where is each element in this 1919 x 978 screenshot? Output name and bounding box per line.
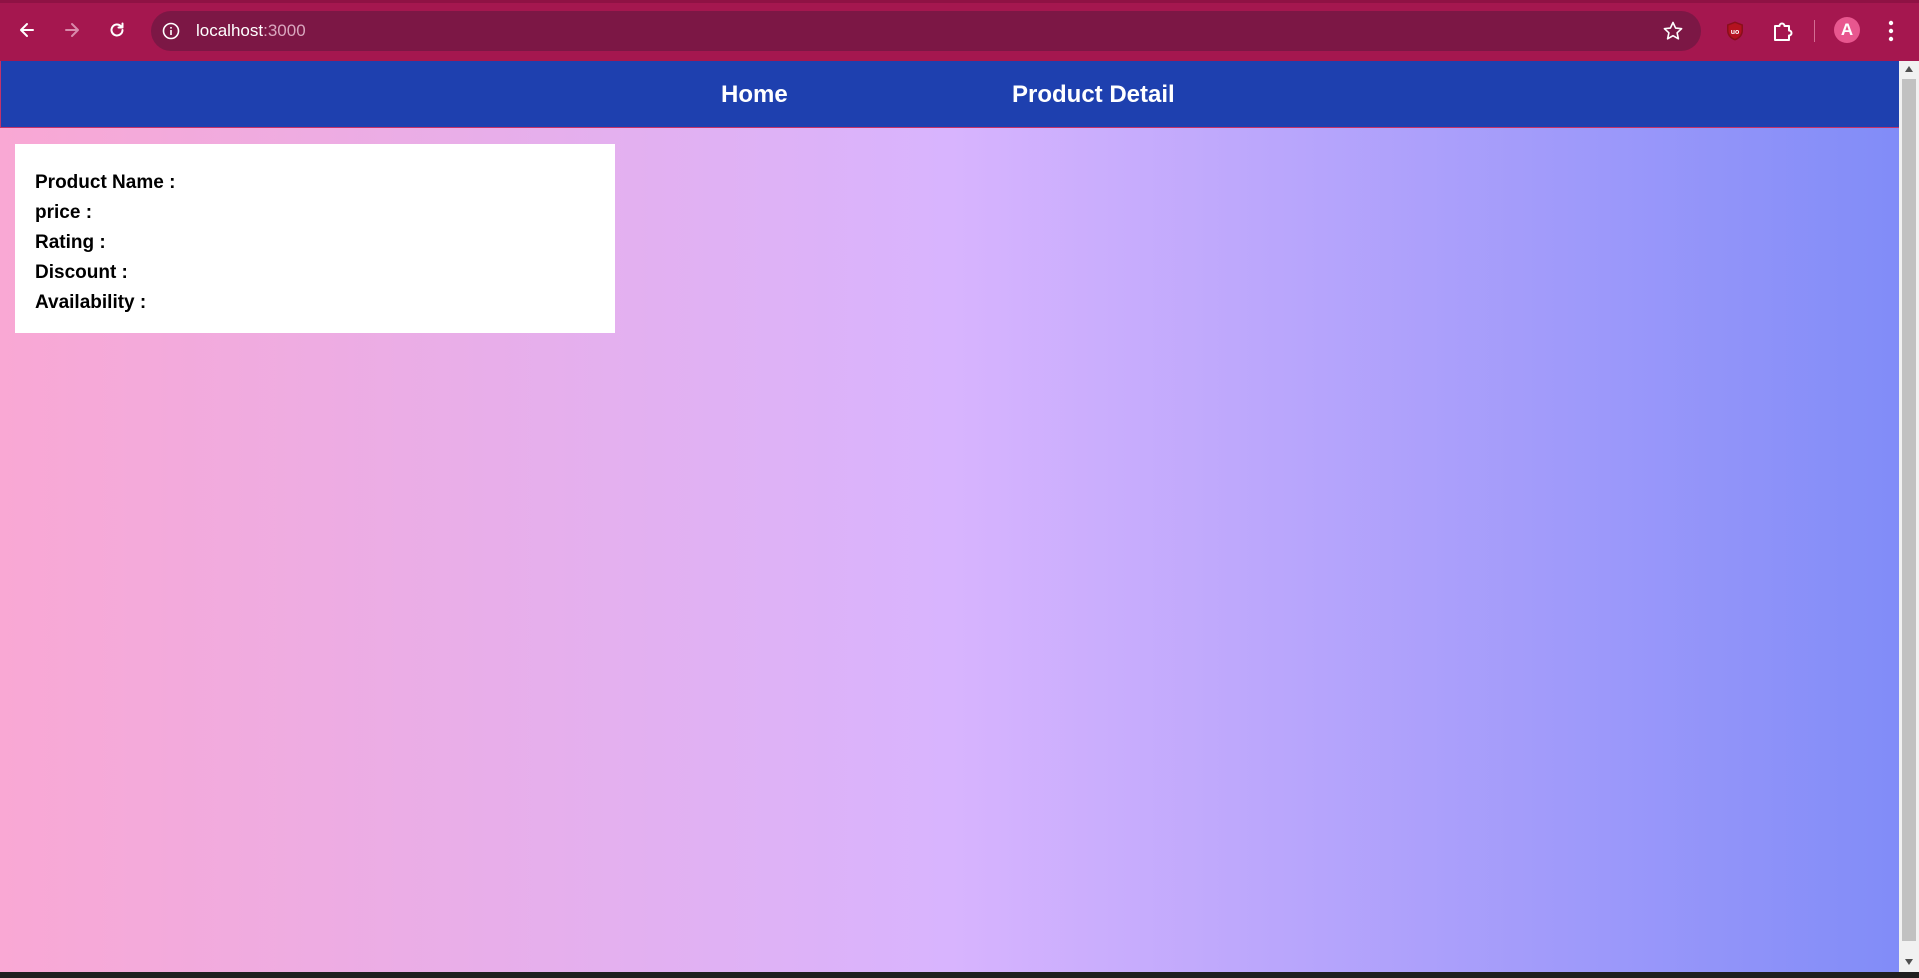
back-arrow-icon [20,23,34,37]
vertical-scrollbar[interactable] [1899,61,1919,972]
window-bottom-edge [0,972,1919,978]
kebab-menu-icon[interactable] [1884,18,1898,44]
scroll-down-arrow-icon[interactable] [1904,958,1914,966]
page-viewport: Home Product Detail Product Name : price… [0,61,1899,972]
product-name-label: Product Name : [35,172,176,193]
site-info-icon[interactable] [162,22,180,40]
url-port: :3000 [263,21,306,40]
nav-link-home[interactable]: Home [721,81,788,109]
forward-arrow-icon [65,23,79,37]
svg-text:uo: uo [1731,29,1740,36]
url-host: localhost [196,21,264,40]
tab-strip [0,0,1919,3]
scrollbar-thumb[interactable] [1902,79,1916,941]
forward-button[interactable] [56,14,88,46]
address-bar[interactable]: localhost:3000 [151,11,1701,51]
site-navbar: Home Product Detail [0,61,1899,128]
extensions-puzzle-icon[interactable] [1770,18,1796,44]
product-card: Product Name : price : Rating : Discount… [15,144,615,333]
reload-icon [110,22,124,37]
nav-link-product-detail[interactable]: Product Detail [1012,81,1175,109]
price-label: price : [35,202,93,223]
toolbar-divider [1814,20,1815,42]
back-button[interactable] [11,14,43,46]
reload-button[interactable] [101,14,133,46]
bookmark-star-icon[interactable] [1662,20,1684,42]
profile-avatar[interactable]: A [1834,17,1860,43]
ublock-icon[interactable]: uo [1724,20,1746,42]
availability-label: Availability : [35,292,147,313]
rating-label: Rating : [35,232,106,253]
browser-toolbar: localhost:3000 uo A [0,0,1919,61]
scroll-up-arrow-icon[interactable] [1904,65,1914,73]
url-text[interactable]: localhost:3000 [196,21,306,41]
discount-label: Discount : [35,262,128,283]
